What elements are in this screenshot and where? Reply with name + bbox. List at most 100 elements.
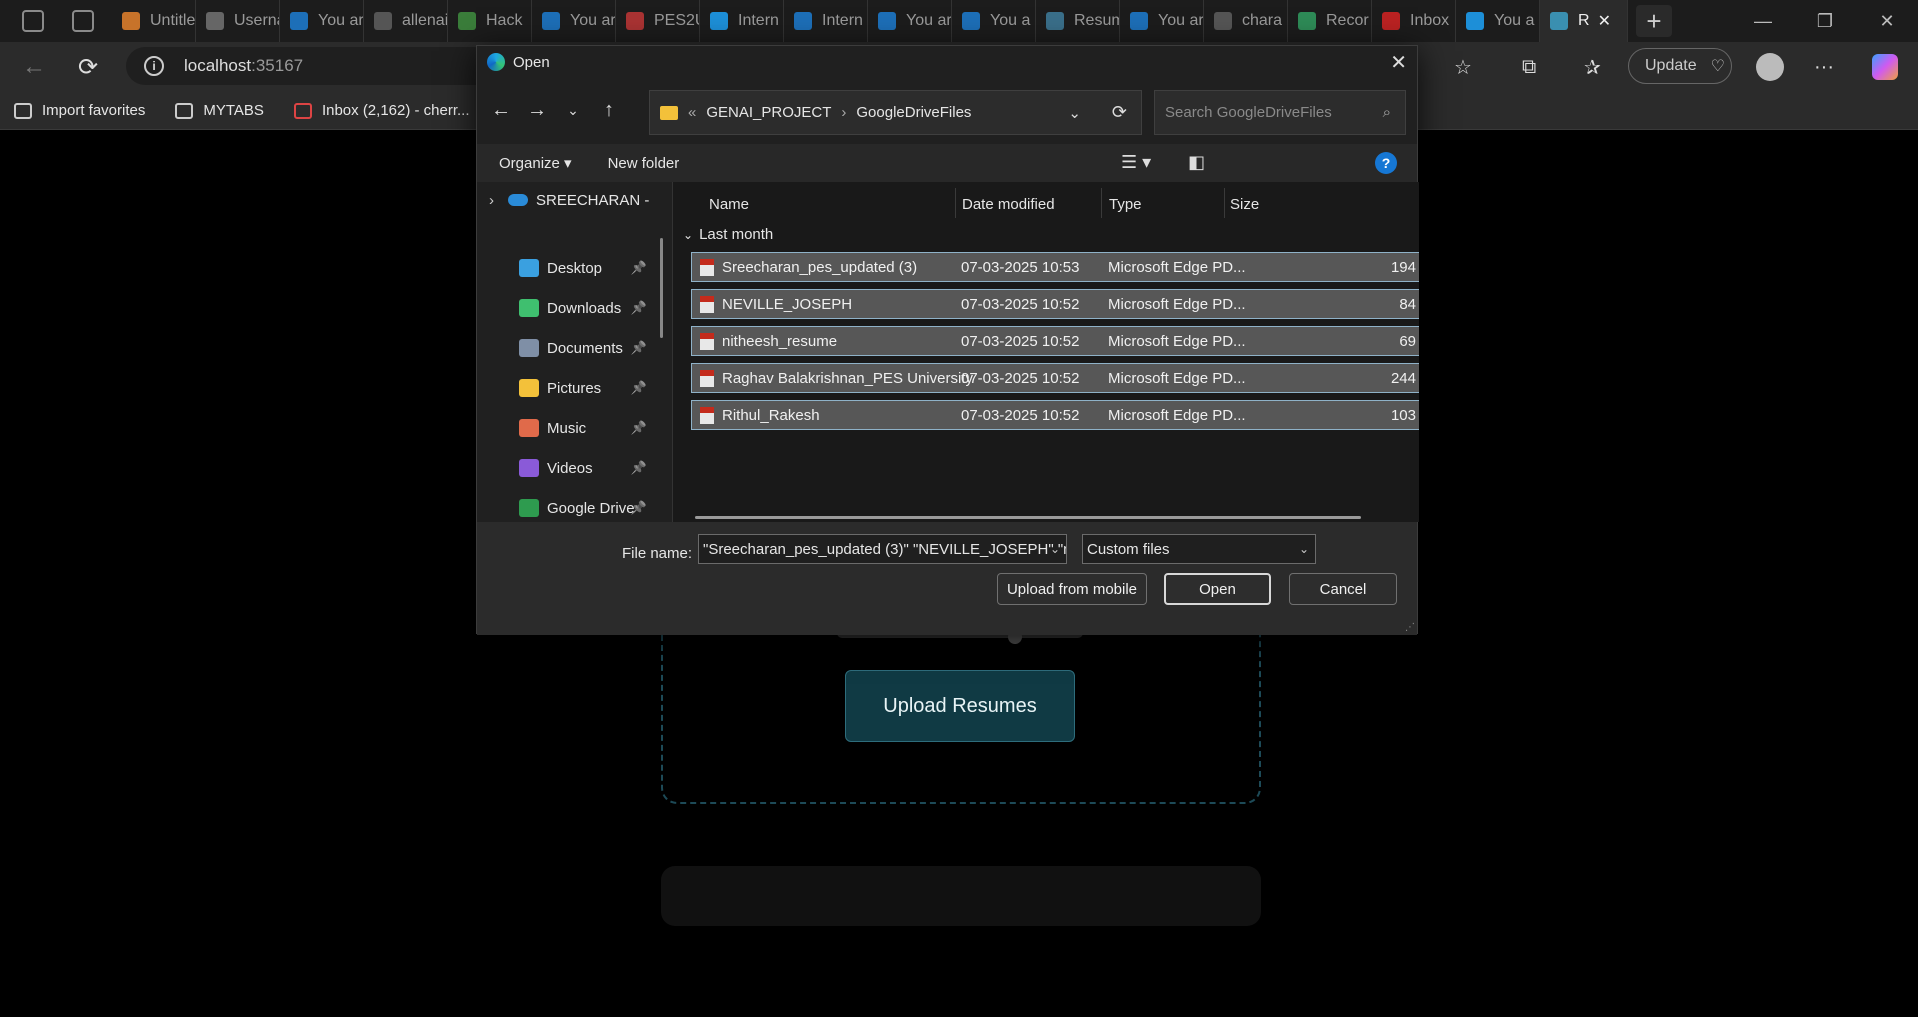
browser-tab[interactable]: You are <box>868 0 952 42</box>
open-button[interactable]: Open <box>1164 573 1271 605</box>
view-options-icon[interactable]: ☰ ▾ <box>1121 152 1151 173</box>
favorites-icon[interactable]: ✰ <box>1584 51 1601 83</box>
nav-item-desktop[interactable]: Desktop 📌 <box>477 252 667 284</box>
browser-tab[interactable]: You a <box>952 0 1036 42</box>
more-menu-icon[interactable]: ··· <box>1814 51 1834 83</box>
bookmark-mytabs[interactable]: MYTABS <box>175 102 264 119</box>
update-button[interactable]: Update ♡ <box>1628 48 1732 84</box>
column-date-modified[interactable]: Date modified <box>962 196 1055 213</box>
chevron-down-icon[interactable]: ⌄ <box>1068 104 1081 122</box>
browser-tab[interactable]: Username <box>196 0 280 42</box>
browser-tab[interactable]: R ✕ <box>1540 0 1628 42</box>
browser-tab[interactable]: You ar <box>1120 0 1204 42</box>
file-row[interactable]: nitheesh_resume 07-03-2025 10:52 Microsoft… <box>691 326 1419 356</box>
organize-menu[interactable]: Organize ▾ <box>499 154 572 172</box>
back-arrow-icon[interactable]: ← <box>18 51 50 83</box>
tab-actions-icon[interactable] <box>72 10 94 32</box>
browser-tab[interactable]: Intern <box>700 0 784 42</box>
nav-item-download[interactable]: Downloads 📌 <box>477 292 667 324</box>
file-row[interactable]: NEVILLE_JOSEPH 07-03-2025 10:52 Microsoft … <box>691 289 1419 319</box>
s-icon <box>794 12 812 30</box>
pin-icon[interactable]: 📌 <box>631 460 647 476</box>
refresh-icon[interactable]: ⟳ <box>72 51 104 83</box>
column-divider[interactable] <box>1101 188 1102 218</box>
search-input[interactable]: Search GoogleDriveFiles ⌕ <box>1154 90 1406 135</box>
browser-tab[interactable]: Inbox <box>1372 0 1456 42</box>
forward-arrow-icon[interactable]: → <box>519 92 555 128</box>
browser-tab[interactable]: You a <box>1456 0 1540 42</box>
new-tab-button[interactable]: + <box>1636 5 1672 37</box>
browser-tab[interactable]: Hack <box>448 0 532 42</box>
nav-onedrive[interactable]: › SREECHARAN - <box>477 184 667 216</box>
pin-icon[interactable]: 📌 <box>631 300 647 316</box>
chevron-down-icon[interactable]: ⌄ <box>555 92 591 128</box>
column-name[interactable]: Name <box>709 196 749 213</box>
pin-icon[interactable]: 📌 <box>631 340 647 356</box>
tab-strip: Untitle Username You are allenai Hack You are… <box>112 0 1628 42</box>
maximize-icon[interactable]: ❐ <box>1794 0 1856 42</box>
column-divider[interactable] <box>955 188 956 218</box>
file-date: 07-03-2025 10:52 <box>961 369 1080 387</box>
file-row[interactable]: Raghav Balakrishnan_PES University 07-03-… <box>691 363 1419 393</box>
browser-tab[interactable]: allenai <box>364 0 448 42</box>
close-tab-icon[interactable]: ✕ <box>1598 11 1611 31</box>
column-divider[interactable] <box>1224 188 1225 218</box>
bookmark-inbox[interactable]: Inbox (2,162) - cherr... <box>293 102 470 119</box>
cancel-button[interactable]: Cancel <box>1289 573 1397 605</box>
browser-tab[interactable]: Untitle <box>112 0 196 42</box>
copilot-icon[interactable] <box>1872 54 1898 80</box>
pin-icon[interactable]: 📌 <box>631 260 647 276</box>
upload-resumes-button[interactable]: Upload Resumes <box>845 670 1075 742</box>
nav-item-pictures-folder[interactable]: Pictures 📌 <box>477 372 667 404</box>
up-arrow-icon[interactable]: ↑ <box>591 92 627 128</box>
browser-tab[interactable]: chara <box>1204 0 1288 42</box>
group-header[interactable]: ⌄ Last month <box>683 226 773 243</box>
refresh-icon[interactable]: ⟳ <box>1112 102 1127 123</box>
browser-tab[interactable]: Recor <box>1288 0 1372 42</box>
dialog-address-bar[interactable]: « GENAI_PROJECT › GoogleDriveFiles ⌄ ⟳ <box>649 90 1142 135</box>
profile-avatar[interactable] <box>1756 53 1784 81</box>
s-icon <box>1466 12 1484 30</box>
browser-tab[interactable]: You are <box>280 0 364 42</box>
file-name-input[interactable]: "Sreecharan_pes_updated (3)" "NEVILLE_JO… <box>698 534 1067 564</box>
column-type[interactable]: Type <box>1109 196 1142 213</box>
breadcrumb-googledrivefiles[interactable]: GoogleDriveFiles <box>856 104 971 121</box>
close-window-icon[interactable]: ✕ <box>1856 0 1918 42</box>
extensions-icon[interactable]: ⧉ <box>1522 51 1536 83</box>
browser-tab[interactable]: You are <box>532 0 616 42</box>
upload-from-mobile-button[interactable]: Upload from mobile <box>997 573 1147 605</box>
nav-item-documents[interactable]: Documents 📌 <box>477 332 667 364</box>
workspaces-icon[interactable] <box>22 10 44 32</box>
resize-grip-icon[interactable]: ⋰ <box>1405 622 1415 633</box>
file-row[interactable]: Sreecharan_pes_updated (3) 07-03-2025 10:… <box>691 252 1419 282</box>
column-size[interactable]: Size <box>1230 196 1259 213</box>
nav-item-google-drive[interactable]: Google Drive 📌 <box>477 492 667 522</box>
browser-tab[interactable]: Resum <box>1036 0 1120 42</box>
file-row[interactable]: Rithul_Rakesh 07-03-2025 10:52 Microsoft E… <box>691 400 1419 430</box>
breadcrumb-overflow[interactable]: « <box>688 104 696 121</box>
chevron-right-icon[interactable]: › <box>489 192 494 209</box>
breadcrumb-genai-project[interactable]: GENAI_PROJECT <box>706 104 831 121</box>
browser-tab[interactable]: Intern <box>784 0 868 42</box>
minimize-icon[interactable]: — <box>1732 0 1794 42</box>
address-bar[interactable]: i localhost:35167 <box>126 47 526 85</box>
chevron-down-icon[interactable]: ⌄ <box>1050 542 1060 556</box>
bookmark-import-favorites[interactable]: Import favorites <box>14 102 145 119</box>
close-icon[interactable]: ✕ <box>1390 50 1407 75</box>
file-type-select[interactable]: Custom files ⌄ <box>1082 534 1316 564</box>
preview-pane-icon[interactable]: ◧ <box>1188 152 1205 173</box>
pin-icon[interactable]: 📌 <box>631 420 647 436</box>
info-icon[interactable]: i <box>144 56 164 76</box>
search-icon: ⌕ <box>1382 104 1391 121</box>
tab-label: Untitle <box>150 12 196 29</box>
help-icon[interactable]: ? <box>1375 152 1397 174</box>
favorite-star-icon[interactable]: ☆ <box>1454 51 1472 83</box>
pin-icon[interactable]: 📌 <box>631 380 647 396</box>
back-arrow-icon[interactable]: ← <box>483 92 519 128</box>
pin-icon[interactable]: 📌 <box>631 500 647 516</box>
horizontal-scrollbar[interactable] <box>695 516 1361 519</box>
nav-item-videos[interactable]: Videos 📌 <box>477 452 667 484</box>
new-folder-button[interactable]: New folder <box>608 155 680 172</box>
nav-item-music[interactable]: Music 📌 <box>477 412 667 444</box>
browser-tab[interactable]: PES2U <box>616 0 700 42</box>
